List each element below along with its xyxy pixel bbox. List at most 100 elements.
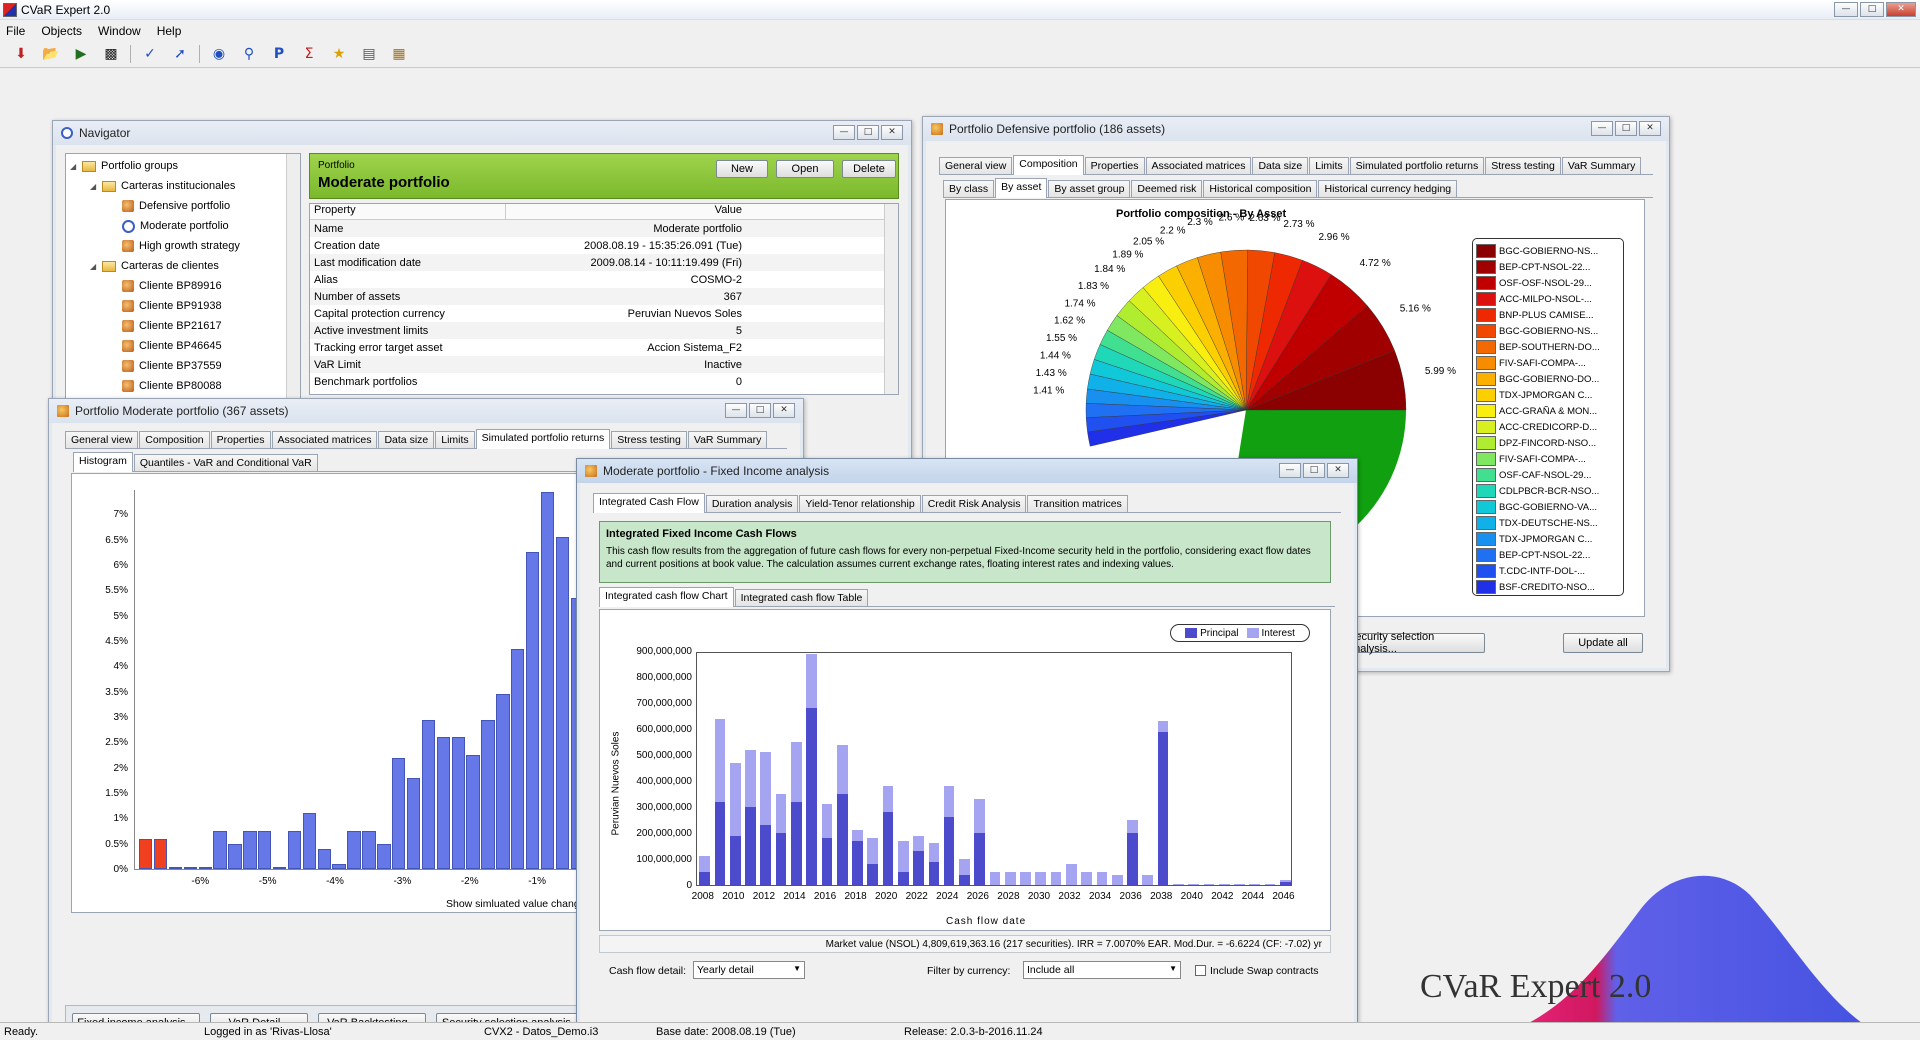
menu-help[interactable]: Help bbox=[157, 24, 182, 38]
property-row[interactable]: Capital protection currency Peruvian Nuev… bbox=[310, 305, 898, 322]
property-row[interactable]: Tracking error target asset Accion Sistem… bbox=[310, 339, 898, 356]
delete-button[interactable]: Delete bbox=[842, 160, 896, 178]
tree-item[interactable]: ◢ Portfolio groups bbox=[70, 156, 296, 176]
property-row[interactable]: Alias COSMO-2 bbox=[310, 271, 898, 288]
props-scrollbar[interactable] bbox=[884, 204, 898, 394]
moderate-subtab-1[interactable]: Quantiles - VaR and Conditional VaR bbox=[133, 454, 318, 471]
defensive-tab-5[interactable]: Limits bbox=[1309, 157, 1349, 174]
property-row[interactable]: Name Moderate portfolio bbox=[310, 220, 898, 237]
moderate-subtab-0[interactable]: Histogram bbox=[73, 452, 133, 472]
defensive-subtab-2[interactable]: By asset group bbox=[1048, 180, 1131, 197]
defensive-tab-0[interactable]: General view bbox=[939, 157, 1013, 174]
maximize-icon[interactable]: □ bbox=[1615, 121, 1637, 136]
defensive-subtab-5[interactable]: Historical currency hedging bbox=[1318, 180, 1458, 197]
run-icon[interactable]: ▶ bbox=[66, 43, 96, 65]
expander-icon[interactable]: ◢ bbox=[70, 162, 82, 171]
cashflow-detail-select[interactable]: Yearly detail ▼ bbox=[693, 961, 805, 979]
update-all-button[interactable]: Update all bbox=[1563, 633, 1643, 653]
property-row[interactable]: Last modification date 2009.08.14 - 10:11… bbox=[310, 254, 898, 271]
maximize-icon[interactable]: □ bbox=[1303, 463, 1325, 478]
property-row[interactable]: Benchmark portfolios 0 bbox=[310, 373, 898, 390]
tree-item[interactable]: Cliente BP89916 bbox=[70, 276, 296, 296]
col-value[interactable]: Value bbox=[506, 204, 746, 219]
moderate-tab-7[interactable]: Stress testing bbox=[611, 431, 687, 448]
menu-objects[interactable]: Objects bbox=[41, 24, 82, 38]
fixed-income-tab-4[interactable]: Transition matrices bbox=[1027, 495, 1128, 512]
tree-item[interactable]: ◢ Carteras institucionales bbox=[70, 176, 296, 196]
cashflow-subtab-0[interactable]: Integrated cash flow Chart bbox=[599, 587, 734, 607]
moderate-tab-3[interactable]: Associated matrices bbox=[271, 431, 378, 448]
tree-item[interactable]: Cliente BP21617 bbox=[70, 316, 296, 336]
tree-item[interactable]: Defensive portfolio bbox=[70, 196, 296, 216]
check-icon[interactable]: ✓ bbox=[135, 43, 165, 65]
minimize-icon[interactable]: — bbox=[725, 403, 747, 418]
defensive-tab-4[interactable]: Data size bbox=[1252, 157, 1309, 174]
expander-icon[interactable]: ◢ bbox=[90, 182, 102, 191]
close-icon[interactable]: ✕ bbox=[1886, 2, 1916, 17]
col-property[interactable]: Property bbox=[310, 204, 506, 219]
moderate-tab-4[interactable]: Data size bbox=[378, 431, 435, 448]
moderate-tab-0[interactable]: General view bbox=[65, 431, 139, 448]
tree-item[interactable]: Cliente BP91938 bbox=[70, 296, 296, 316]
sigma-icon[interactable]: Σ bbox=[294, 43, 324, 65]
image-icon[interactable]: ▦ bbox=[384, 43, 414, 65]
defensive-tab-7[interactable]: Stress testing bbox=[1485, 157, 1561, 174]
cashflow-subtab-1[interactable]: Integrated cash flow Table bbox=[734, 589, 869, 606]
p-icon[interactable]: P bbox=[264, 43, 294, 65]
menu-window[interactable]: Window bbox=[98, 24, 141, 38]
minimize-icon[interactable]: — bbox=[1834, 2, 1858, 17]
close-icon[interactable]: ✕ bbox=[773, 403, 795, 418]
menu-file[interactable]: File bbox=[6, 24, 25, 38]
target-icon[interactable]: ◉ bbox=[204, 43, 234, 65]
fixed-income-tab-0[interactable]: Integrated Cash Flow bbox=[593, 493, 705, 513]
moderate-tab-2[interactable]: Properties bbox=[210, 431, 271, 448]
star-icon[interactable]: ★ bbox=[324, 43, 354, 65]
fixed-income-tab-2[interactable]: Yield-Tenor relationship bbox=[799, 495, 921, 512]
property-row[interactable]: Number of assets 367 bbox=[310, 288, 898, 305]
defensive-subtab-0[interactable]: By class bbox=[943, 180, 995, 197]
new-file-icon[interactable]: ⬇ bbox=[6, 43, 36, 65]
security-selection-button[interactable]: Security selection analysis... bbox=[1347, 631, 1485, 655]
expander-icon[interactable]: ◢ bbox=[90, 262, 102, 271]
tree-item[interactable]: High growth strategy bbox=[70, 236, 296, 256]
minimize-icon[interactable]: — bbox=[1591, 121, 1613, 136]
tree-item[interactable]: Cliente BP80088 bbox=[70, 376, 296, 396]
tree-item[interactable]: ◢ Carteras de clientes bbox=[70, 256, 296, 276]
defensive-tab-1[interactable]: Composition bbox=[1013, 155, 1084, 175]
defensive-subtab-3[interactable]: Deemed risk bbox=[1131, 180, 1203, 197]
close-icon[interactable]: ✕ bbox=[881, 125, 903, 140]
open-button[interactable]: Open bbox=[776, 160, 834, 178]
defensive-subtab-1[interactable]: By asset bbox=[995, 178, 1048, 198]
maximize-icon[interactable]: □ bbox=[1860, 2, 1884, 17]
minimize-icon[interactable]: — bbox=[1279, 463, 1301, 478]
defensive-tab-2[interactable]: Properties bbox=[1084, 157, 1145, 174]
tree-item[interactable]: Cliente BP46645 bbox=[70, 336, 296, 356]
property-row[interactable]: VaR Limit Inactive bbox=[310, 356, 898, 373]
moderate-tab-1[interactable]: Composition bbox=[139, 431, 210, 448]
moderate-tab-6[interactable]: Simulated portfolio returns bbox=[475, 429, 611, 449]
defensive-tab-3[interactable]: Associated matrices bbox=[1145, 157, 1252, 174]
maximize-icon[interactable]: □ bbox=[857, 125, 879, 140]
defensive-tab-8[interactable]: VaR Summary bbox=[1561, 157, 1642, 174]
new-button[interactable]: New bbox=[716, 160, 768, 178]
include-swap-checkbox[interactable] bbox=[1195, 965, 1206, 976]
moderate-tab-5[interactable]: Limits bbox=[435, 431, 475, 448]
defensive-subtab-4[interactable]: Historical composition bbox=[1203, 180, 1318, 197]
currency-filter-select[interactable]: Include all ▼ bbox=[1023, 961, 1181, 979]
defensive-tab-6[interactable]: Simulated portfolio returns bbox=[1349, 157, 1485, 174]
property-row[interactable]: Creation date 2008.08.19 - 15:35:26.091 (… bbox=[310, 237, 898, 254]
save-icon[interactable]: ▩ bbox=[96, 43, 126, 65]
document-icon[interactable]: ▤ bbox=[354, 43, 384, 65]
open-folder-icon[interactable]: 📂 bbox=[36, 43, 66, 65]
moderate-tab-8[interactable]: VaR Summary bbox=[687, 431, 768, 448]
tree-item[interactable]: Cliente BP37559 bbox=[70, 356, 296, 376]
tree-item[interactable]: Moderate portfolio bbox=[70, 216, 296, 236]
chart-line-icon[interactable]: ➚ bbox=[165, 43, 195, 65]
zoom-icon[interactable]: ⚲ bbox=[234, 43, 264, 65]
minimize-icon[interactable]: — bbox=[833, 125, 855, 140]
fixed-income-tab-3[interactable]: Credit Risk Analysis bbox=[921, 495, 1027, 512]
maximize-icon[interactable]: □ bbox=[749, 403, 771, 418]
close-icon[interactable]: ✕ bbox=[1327, 463, 1349, 478]
property-row[interactable]: Active investment limits 5 bbox=[310, 322, 898, 339]
fixed-income-tab-1[interactable]: Duration analysis bbox=[705, 495, 799, 512]
